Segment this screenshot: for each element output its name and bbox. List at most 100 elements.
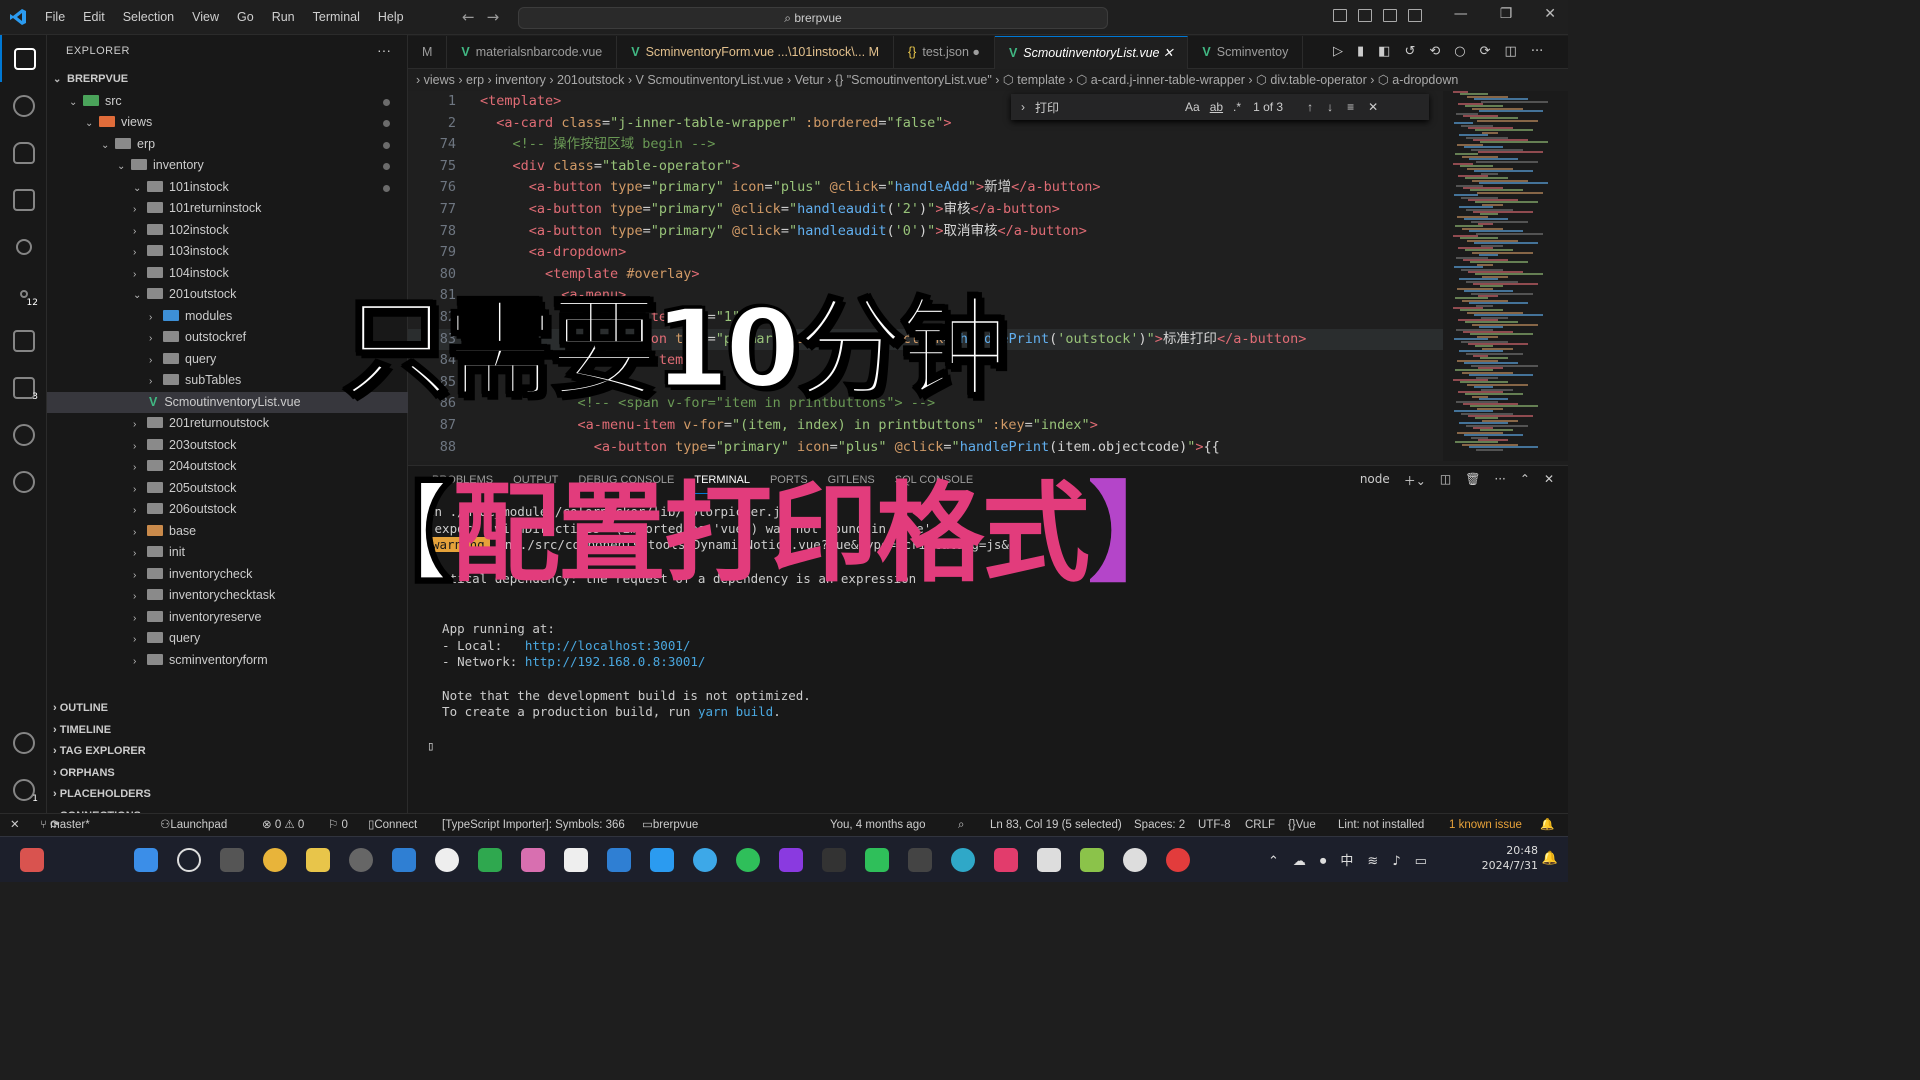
app-icon[interactable]: [564, 848, 588, 872]
history-icon[interactable]: ↺: [1404, 44, 1415, 59]
local-url-link[interactable]: http://localhost:3001/: [525, 638, 691, 653]
code-line[interactable]: 88 <a-button type="primary" icon="plus" …: [408, 437, 1443, 459]
zoom-icon[interactable]: ⌕: [958, 814, 964, 836]
problems-count[interactable]: ⊗ 0 ⚠ 0: [262, 814, 304, 836]
window-controls[interactable]: — ❐ ✕: [1454, 6, 1556, 22]
app-icon[interactable]: [779, 848, 803, 872]
language-mode[interactable]: {} Vue: [1288, 814, 1316, 836]
folder-icon[interactable]: [0, 176, 47, 223]
terminal-shell-label[interactable]: node: [1360, 472, 1390, 489]
command-center-search[interactable]: ⌕ brerpvue: [518, 7, 1108, 29]
bookmark-icon[interactable]: ▮: [1357, 44, 1364, 59]
source-control-icon[interactable]: 12: [0, 270, 47, 317]
app-icon[interactable]: [435, 848, 459, 872]
more-actions-icon[interactable]: ···: [377, 42, 391, 58]
folder-item[interactable]: › inventoryreserve: [47, 607, 408, 629]
split-editor-icon[interactable]: ◫: [1505, 44, 1517, 59]
weather-widget-icon[interactable]: [20, 848, 44, 872]
git-blame[interactable]: You, 4 months ago: [830, 814, 925, 836]
folder-item[interactable]: › query: [47, 628, 408, 650]
code-line[interactable]: 75 <div class="table-operator">: [408, 156, 1443, 178]
vscode-taskbar-icon[interactable]: [650, 848, 674, 872]
menu-item[interactable]: File: [36, 10, 74, 24]
search-icon[interactable]: [0, 223, 47, 270]
app-icon[interactable]: [1037, 848, 1061, 872]
folder-item[interactable]: › 103instock: [47, 241, 408, 263]
maximize-icon[interactable]: ❐: [1500, 6, 1513, 22]
clock[interactable]: 20:48 2024/7/31: [1482, 843, 1538, 873]
indentation[interactable]: Spaces: 2: [1134, 814, 1185, 836]
close-find-icon[interactable]: ✕: [1368, 100, 1378, 114]
forward-icon[interactable]: ⟳: [1480, 44, 1491, 59]
sidebar-section-orphans[interactable]: › ORPHANS: [47, 763, 408, 785]
app-icon[interactable]: [1166, 848, 1190, 872]
whole-word-icon[interactable]: ab: [1210, 100, 1223, 114]
ime-indicator[interactable]: 中: [1340, 854, 1367, 869]
close-panel-icon[interactable]: ✕: [1544, 472, 1554, 489]
line-ending[interactable]: CRLF: [1245, 814, 1275, 836]
folder-item[interactable]: ⌄ src: [47, 91, 408, 113]
wechat-icon[interactable]: [736, 848, 760, 872]
task-view-icon[interactable]: [220, 848, 244, 872]
unsaved-dot-icon[interactable]: ●: [969, 45, 980, 59]
network-url-link[interactable]: http://192.168.0.8:3001/: [525, 654, 706, 669]
folder-indicator[interactable]: ▭ brerpvue: [642, 814, 698, 836]
git-icon[interactable]: ○: [1454, 44, 1465, 59]
find-input[interactable]: 打印: [1035, 99, 1185, 116]
file-explorer-icon[interactable]: [306, 848, 330, 872]
extensions-icon[interactable]: 3: [0, 364, 47, 411]
remote-indicator-icon[interactable]: ✕: [10, 814, 20, 836]
sidebar-section-tag-explorer[interactable]: › TAG EXPLORER: [47, 741, 408, 763]
notification-icon[interactable]: 🔔: [1542, 851, 1558, 866]
folder-item[interactable]: ⌄ views: [47, 112, 408, 134]
editor-tab[interactable]: V ScmoutinventoryList.vue ✕: [994, 36, 1189, 69]
encoding[interactable]: UTF-8: [1198, 814, 1231, 836]
minimize-icon[interactable]: —: [1454, 6, 1468, 22]
compare-icon[interactable]: ⟲: [1429, 44, 1440, 59]
notifications-bell-icon[interactable]: 🔔: [1540, 814, 1554, 836]
start-menu-icon[interactable]: [134, 848, 158, 872]
expand-replace-icon[interactable]: ›: [1021, 100, 1025, 114]
menu-item[interactable]: Selection: [114, 10, 183, 24]
edge-icon[interactable]: [951, 848, 975, 872]
more-icon[interactable]: ···: [1531, 44, 1543, 59]
close-icon[interactable]: ✕: [1544, 6, 1556, 22]
app-icon[interactable]: [693, 848, 717, 872]
app-icon[interactable]: [478, 848, 502, 872]
app-icon[interactable]: [865, 848, 889, 872]
git-branch[interactable]: ⑂ master* ⟳: [40, 814, 90, 836]
kill-terminal-icon[interactable]: 🗑: [1465, 472, 1480, 489]
app-icon[interactable]: [521, 848, 545, 872]
folder-item[interactable]: ⌄ erp: [47, 134, 408, 156]
code-line[interactable]: 74 <!-- 操作按钮区域 begin -->: [408, 134, 1443, 156]
folder-item[interactable]: › 101returninstock: [47, 198, 408, 220]
sidebar-section-timeline[interactable]: › TIMELINE: [47, 720, 408, 742]
app-icon[interactable]: [908, 848, 932, 872]
breadcrumb[interactable]: › views › erp › inventory › 201outstock …: [408, 69, 1568, 91]
menu-item[interactable]: Go: [228, 10, 263, 24]
timeline-icon[interactable]: [0, 458, 47, 505]
app-icon[interactable]: [1080, 848, 1104, 872]
editor-tab[interactable]: V Scminventoy: [1188, 36, 1304, 69]
folder-item[interactable]: › 203outstock: [47, 435, 408, 457]
run-icon[interactable]: ▷: [1333, 44, 1343, 59]
cursor-position[interactable]: Ln 83, Col 19 (5 selected): [990, 814, 1122, 836]
code-line[interactable]: item.objectname }}</a-button>: [408, 458, 1443, 461]
layout-toggle-icons[interactable]: [1333, 9, 1422, 22]
run-debug-icon[interactable]: [0, 317, 47, 364]
ports-count[interactable]: ⚐ 0: [328, 814, 348, 836]
app-icon[interactable]: [822, 848, 846, 872]
explorer-icon[interactable]: [0, 35, 47, 82]
next-match-icon[interactable]: ↓: [1327, 100, 1333, 114]
menu-item[interactable]: Help: [369, 10, 413, 24]
previous-match-icon[interactable]: ↑: [1307, 100, 1313, 114]
code-line[interactable]: 79 <a-dropdown>: [408, 242, 1443, 264]
app-icon[interactable]: [994, 848, 1018, 872]
sidebar-section-outline[interactable]: › OUTLINE: [47, 698, 408, 720]
editor-tab[interactable]: Vmaterialsnbarcode.vue: [447, 36, 618, 69]
minimap[interactable]: [1443, 91, 1568, 461]
remote-icon[interactable]: [0, 82, 47, 129]
app-icon[interactable]: [1123, 848, 1147, 872]
folder-item[interactable]: › scminventoryform: [47, 650, 408, 672]
connect-button[interactable]: ▯ Connect: [368, 814, 417, 836]
